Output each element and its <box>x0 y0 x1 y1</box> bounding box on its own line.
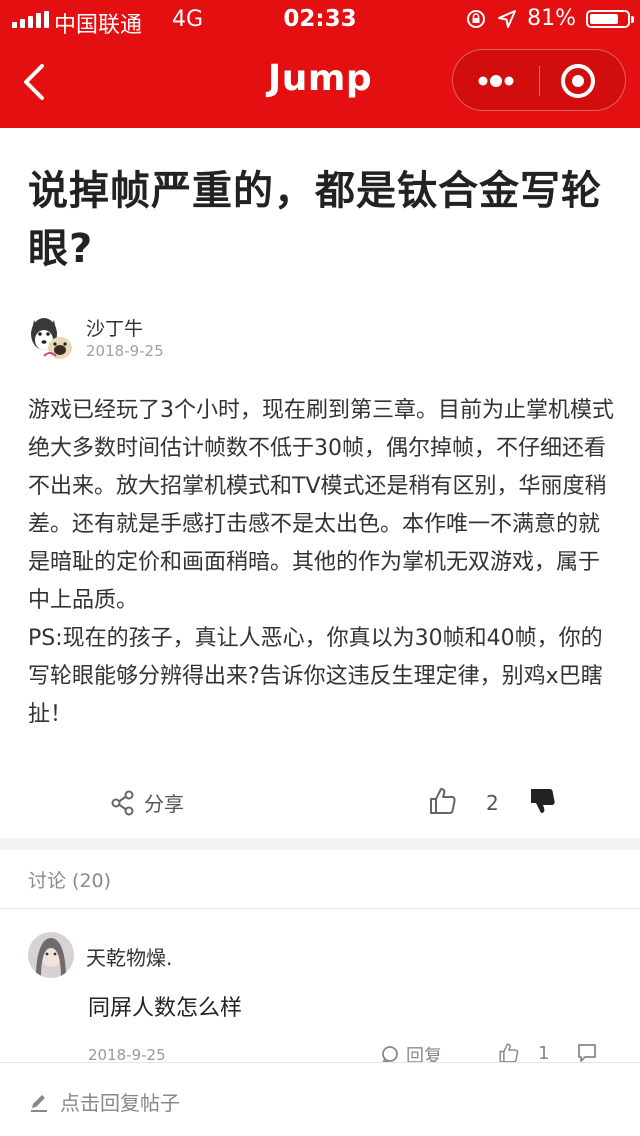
comment-item: 天乾物燥. 同屏人数怎么样 2018-9-25 回复 1 <box>0 930 640 1070</box>
reply-footer: 点击回复帖子 <box>0 1062 640 1136</box>
like-count: 2 <box>486 791 499 815</box>
location-icon <box>498 9 517 28</box>
share-button[interactable]: 分享 <box>110 788 184 817</box>
section-divider <box>0 838 640 850</box>
post-title: 说掉帧严重的，都是钛合金写轮眼? <box>28 168 602 272</box>
status-right: 81% <box>465 6 634 31</box>
target-icon <box>561 64 595 98</box>
capsule-divider <box>539 66 540 96</box>
thumbs-up-icon <box>499 1043 519 1063</box>
commenter-name[interactable]: 天乾物燥. <box>86 942 172 971</box>
battery-icon <box>586 9 634 28</box>
rotation-lock-icon <box>467 9 486 28</box>
post-actions: 分享 2 <box>0 778 640 830</box>
post-body: 游戏已经玩了3个小时，现在刷到第三章。目前为止掌机模式绝大多数时间估计帧数不低于… <box>28 392 616 734</box>
reply-placeholder: 点击回复帖子 <box>60 1091 180 1115</box>
reply-post-input[interactable]: 点击回复帖子 <box>28 1087 180 1116</box>
avatar <box>28 932 74 978</box>
app-header: 中国联通 4G 02:33 81% Jump <box>0 0 640 128</box>
share-icon <box>111 790 134 815</box>
comment-like-button[interactable]: 1 <box>498 1042 549 1064</box>
share-label: 分享 <box>144 792 184 816</box>
dislike-button[interactable] <box>528 786 558 816</box>
battery-fill <box>590 13 618 24</box>
more-dots-icon <box>478 75 514 87</box>
status-bar: 中国联通 4G 02:33 81% <box>0 0 640 40</box>
thumbs-up-icon <box>430 788 456 814</box>
author-name[interactable]: 沙丁牛 <box>86 314 143 341</box>
battery-percent: 81% <box>527 6 576 31</box>
discussion-header: 讨论 (20) <box>28 870 112 892</box>
avatar <box>31 318 72 359</box>
post-paragraph: PS:现在的孩子，真让人恶心，你真以为30帧和40帧，你的写轮眼能够分辨得出来?… <box>28 626 603 727</box>
close-miniprogram-button[interactable] <box>559 62 597 100</box>
commenter-avatar[interactable] <box>28 932 74 978</box>
more-button[interactable] <box>471 64 521 98</box>
divider <box>0 908 640 909</box>
comment-like-count: 1 <box>538 1042 550 1064</box>
post-date: 2018-9-25 <box>86 342 164 360</box>
chat-square-icon <box>578 1044 596 1062</box>
nav-bar: Jump <box>0 40 640 128</box>
pencil-icon <box>31 1094 47 1112</box>
thumbs-down-icon <box>531 789 555 813</box>
mini-program-capsule <box>452 49 626 111</box>
comment-text: 同屏人数怎么样 <box>88 996 243 1021</box>
post-author[interactable]: 沙丁牛 2018-9-25 <box>28 312 612 366</box>
post-paragraph: 游戏已经玩了3个小时，现在刷到第三章。目前为止掌机模式绝大多数时间估计帧数不低于… <box>28 398 614 613</box>
like-button[interactable] <box>428 786 458 816</box>
